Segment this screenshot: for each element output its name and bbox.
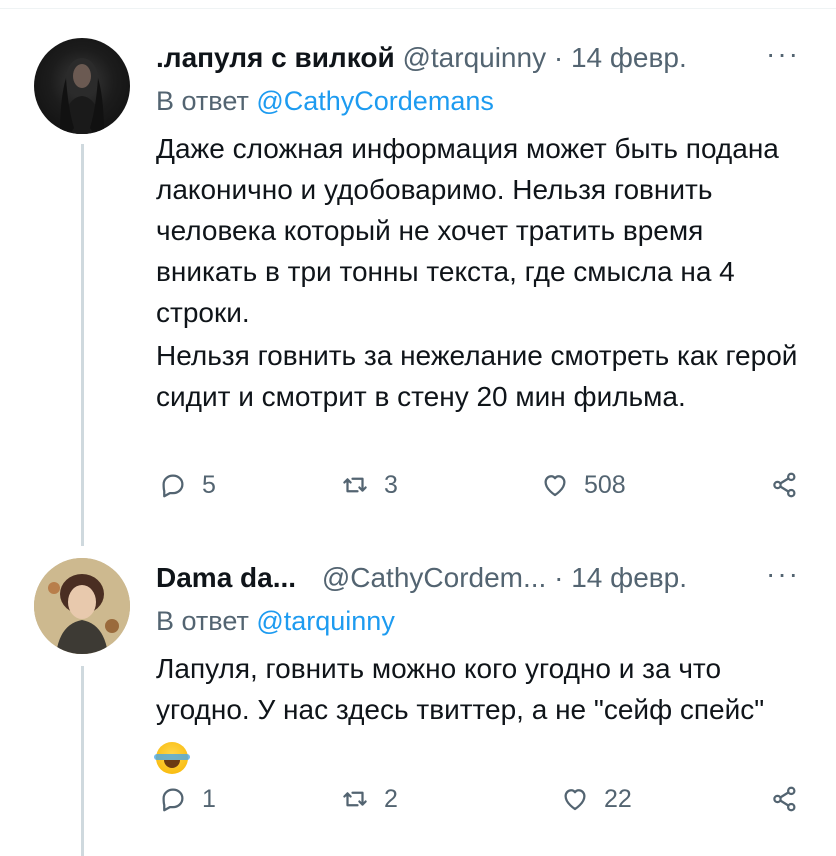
- author-handle[interactable]: @tarquinny: [402, 42, 546, 73]
- tweet-date[interactable]: 14 февр.: [571, 562, 687, 593]
- reply-mention-link[interactable]: @CathyCordemans: [256, 86, 494, 116]
- tweet-paragraph: Даже сложная информация может быть подан…: [156, 133, 779, 328]
- face-with-tears-of-joy-icon: [154, 741, 190, 774]
- tweet-date[interactable]: 14 февр.: [571, 42, 687, 73]
- tweet-paragraph: Лапуля, говнить можно кого угодно и за ч…: [156, 653, 765, 725]
- reply-context: В ответ @tarquinny: [156, 606, 395, 637]
- author-name[interactable]: Dama da...: [156, 562, 296, 593]
- top-divider: [0, 8, 836, 9]
- more-options-icon[interactable]: ···: [766, 38, 800, 70]
- more-options-icon[interactable]: ···: [766, 558, 800, 590]
- author-handle[interactable]: @CathyCordem...: [322, 562, 547, 593]
- avatar[interactable]: [34, 38, 130, 134]
- reply-prefix: В ответ: [156, 86, 249, 116]
- like-button[interactable]: 508: [540, 470, 626, 500]
- tweet-1[interactable]: .лапуля с вилкой @tarquinny · 14 февр. ·…: [0, 24, 836, 546]
- retweet-count: 3: [384, 470, 398, 499]
- reply-count: 1: [202, 784, 216, 813]
- heart-icon: [564, 789, 586, 811]
- reply-mention-link[interactable]: @tarquinny: [256, 606, 394, 636]
- heart-icon: [544, 475, 566, 497]
- reply-button[interactable]: 5: [158, 470, 216, 500]
- separator: ·: [554, 562, 564, 593]
- retweet-icon: [343, 791, 367, 807]
- reply-context: В ответ @CathyCordemans: [156, 86, 494, 117]
- share-icon: [773, 786, 796, 812]
- retweet-button[interactable]: 2: [340, 784, 398, 814]
- reply-prefix: В ответ: [156, 606, 249, 636]
- retweet-count: 2: [384, 784, 398, 813]
- reply-count: 5: [202, 470, 216, 499]
- avatar[interactable]: [34, 558, 130, 654]
- retweet-icon: [343, 477, 367, 493]
- separator: ·: [553, 42, 564, 73]
- share-button[interactable]: [770, 470, 800, 507]
- avatar-image: [34, 558, 130, 654]
- tweet-header: .лапуля с вилкой @tarquinny · 14 февр. ·…: [156, 38, 812, 82]
- thread-line: [81, 144, 84, 546]
- reply-button[interactable]: 1: [158, 784, 216, 814]
- tweet-text: Лапуля, говнить можно кого угодно и за ч…: [154, 648, 812, 774]
- avatar-image: [60, 58, 104, 134]
- tweet-2[interactable]: Dama da... @CathyCordem... · 14 февр. ··…: [0, 548, 836, 856]
- tweet-text: Даже сложная информация может быть подан…: [156, 128, 812, 419]
- thread-line: [81, 666, 84, 856]
- tweet-paragraph: Нельзя говнить за нежелание смотреть как…: [156, 340, 798, 412]
- author-name[interactable]: .лапуля с вилкой: [156, 42, 395, 73]
- like-count: 22: [604, 784, 632, 813]
- share-button[interactable]: [770, 784, 800, 821]
- reply-icon: [162, 474, 184, 498]
- action-bar: 1 2 22: [156, 784, 812, 824]
- tweet-header: Dama da... @CathyCordem... · 14 февр. ··…: [156, 558, 812, 602]
- like-button[interactable]: 22: [560, 784, 632, 814]
- share-icon: [773, 472, 796, 498]
- reply-icon: [162, 788, 184, 812]
- like-count: 508: [584, 470, 626, 499]
- retweet-button[interactable]: 3: [340, 470, 398, 500]
- action-bar: 5 3 508: [156, 470, 812, 510]
